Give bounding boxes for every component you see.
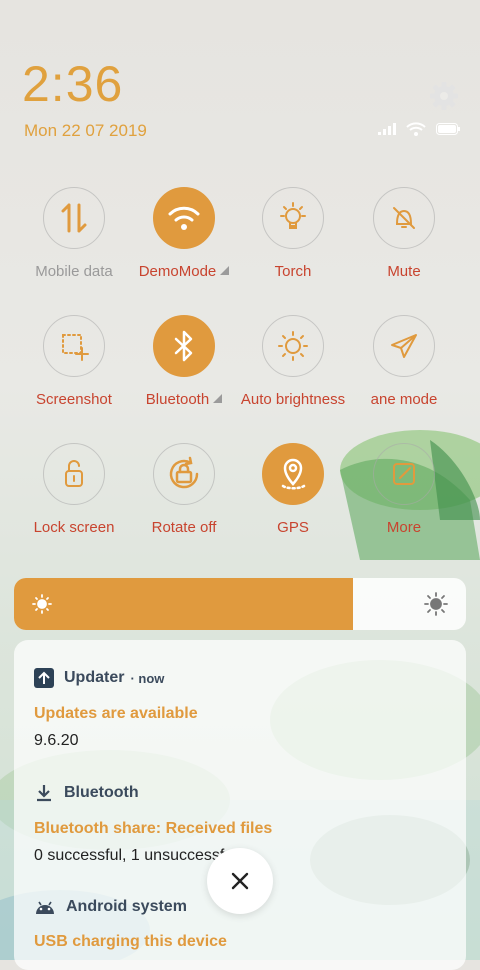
notification-updater[interactable]: Updater · now Updates are available 9.6.… bbox=[34, 668, 454, 750]
clock: 2:36 bbox=[22, 56, 124, 112]
download-icon bbox=[37, 785, 51, 802]
brightness-fill bbox=[14, 578, 353, 630]
tile-gps[interactable]: GPS bbox=[229, 443, 357, 553]
brightness-low-icon bbox=[32, 594, 52, 614]
notification-title: Updates are available bbox=[34, 705, 198, 722]
date: Mon 22 07 2019 bbox=[24, 121, 147, 140]
notification-body: 9.6.20 bbox=[34, 732, 79, 749]
bluetooth-icon bbox=[153, 315, 215, 377]
status-bar-icons bbox=[378, 122, 460, 136]
tile-torch[interactable]: Torch bbox=[229, 187, 357, 297]
wifi-status-icon bbox=[406, 122, 426, 136]
tile-auto-brightness[interactable]: Auto brightness bbox=[229, 315, 357, 425]
android-icon bbox=[36, 901, 54, 914]
wifi-icon bbox=[153, 187, 215, 249]
tile-label: More bbox=[386, 519, 422, 536]
airplane-icon bbox=[373, 315, 435, 377]
notification-panel: Updater · now Updates are available 9.6.… bbox=[14, 640, 466, 970]
tile-more[interactable]: More bbox=[340, 443, 468, 553]
notification-time: now bbox=[138, 670, 165, 686]
gps-icon bbox=[262, 443, 324, 505]
tile-mute[interactable]: Mute bbox=[340, 187, 468, 297]
screenshot-icon bbox=[43, 315, 105, 377]
brightness-high-icon bbox=[424, 592, 448, 616]
battery-icon bbox=[436, 123, 460, 135]
torch-icon bbox=[262, 187, 324, 249]
tile-label: Mute bbox=[387, 263, 421, 280]
tile-label: Auto brightness bbox=[240, 391, 346, 408]
tile-label: Lock screen bbox=[33, 519, 115, 536]
tile-label: DemoMode bbox=[138, 263, 217, 280]
tile-label: Mobile data bbox=[35, 263, 113, 280]
mute-icon bbox=[373, 187, 435, 249]
signal-icon bbox=[378, 123, 396, 135]
edit-icon bbox=[373, 443, 435, 505]
lock-icon bbox=[43, 443, 105, 505]
tile-label: Bluetooth bbox=[145, 391, 210, 408]
tile-mobile-data[interactable]: Mobile data bbox=[10, 187, 138, 297]
notification-title: Bluetooth share: Received files bbox=[34, 820, 273, 837]
update-arrow-icon bbox=[34, 668, 54, 688]
tile-label: ane mode bbox=[370, 391, 438, 408]
brightness-slider[interactable] bbox=[14, 578, 466, 630]
brightness-icon bbox=[262, 315, 324, 377]
notification-title: USB charging this device bbox=[34, 933, 227, 950]
expand-arrow-icon bbox=[213, 394, 223, 403]
tile-label: GPS bbox=[277, 519, 309, 536]
swap-vert-icon bbox=[43, 187, 105, 249]
notification-app-name: Bluetooth bbox=[64, 784, 139, 801]
tile-lock-screen[interactable]: Lock screen bbox=[10, 443, 138, 553]
expand-arrow-icon bbox=[220, 266, 230, 275]
tile-label: Screenshot bbox=[36, 391, 112, 408]
clear-all-button[interactable] bbox=[207, 848, 273, 914]
tile-airplane-mode[interactable]: ane mode bbox=[340, 315, 468, 425]
notification-app-name: Android system bbox=[66, 898, 187, 915]
notification-app-name: Updater bbox=[64, 669, 125, 686]
tile-screenshot[interactable]: Screenshot bbox=[10, 315, 138, 425]
tile-label: Torch bbox=[274, 263, 312, 280]
rotate-lock-icon bbox=[153, 443, 215, 505]
close-icon bbox=[231, 872, 249, 890]
settings-gear-icon[interactable] bbox=[428, 80, 460, 112]
